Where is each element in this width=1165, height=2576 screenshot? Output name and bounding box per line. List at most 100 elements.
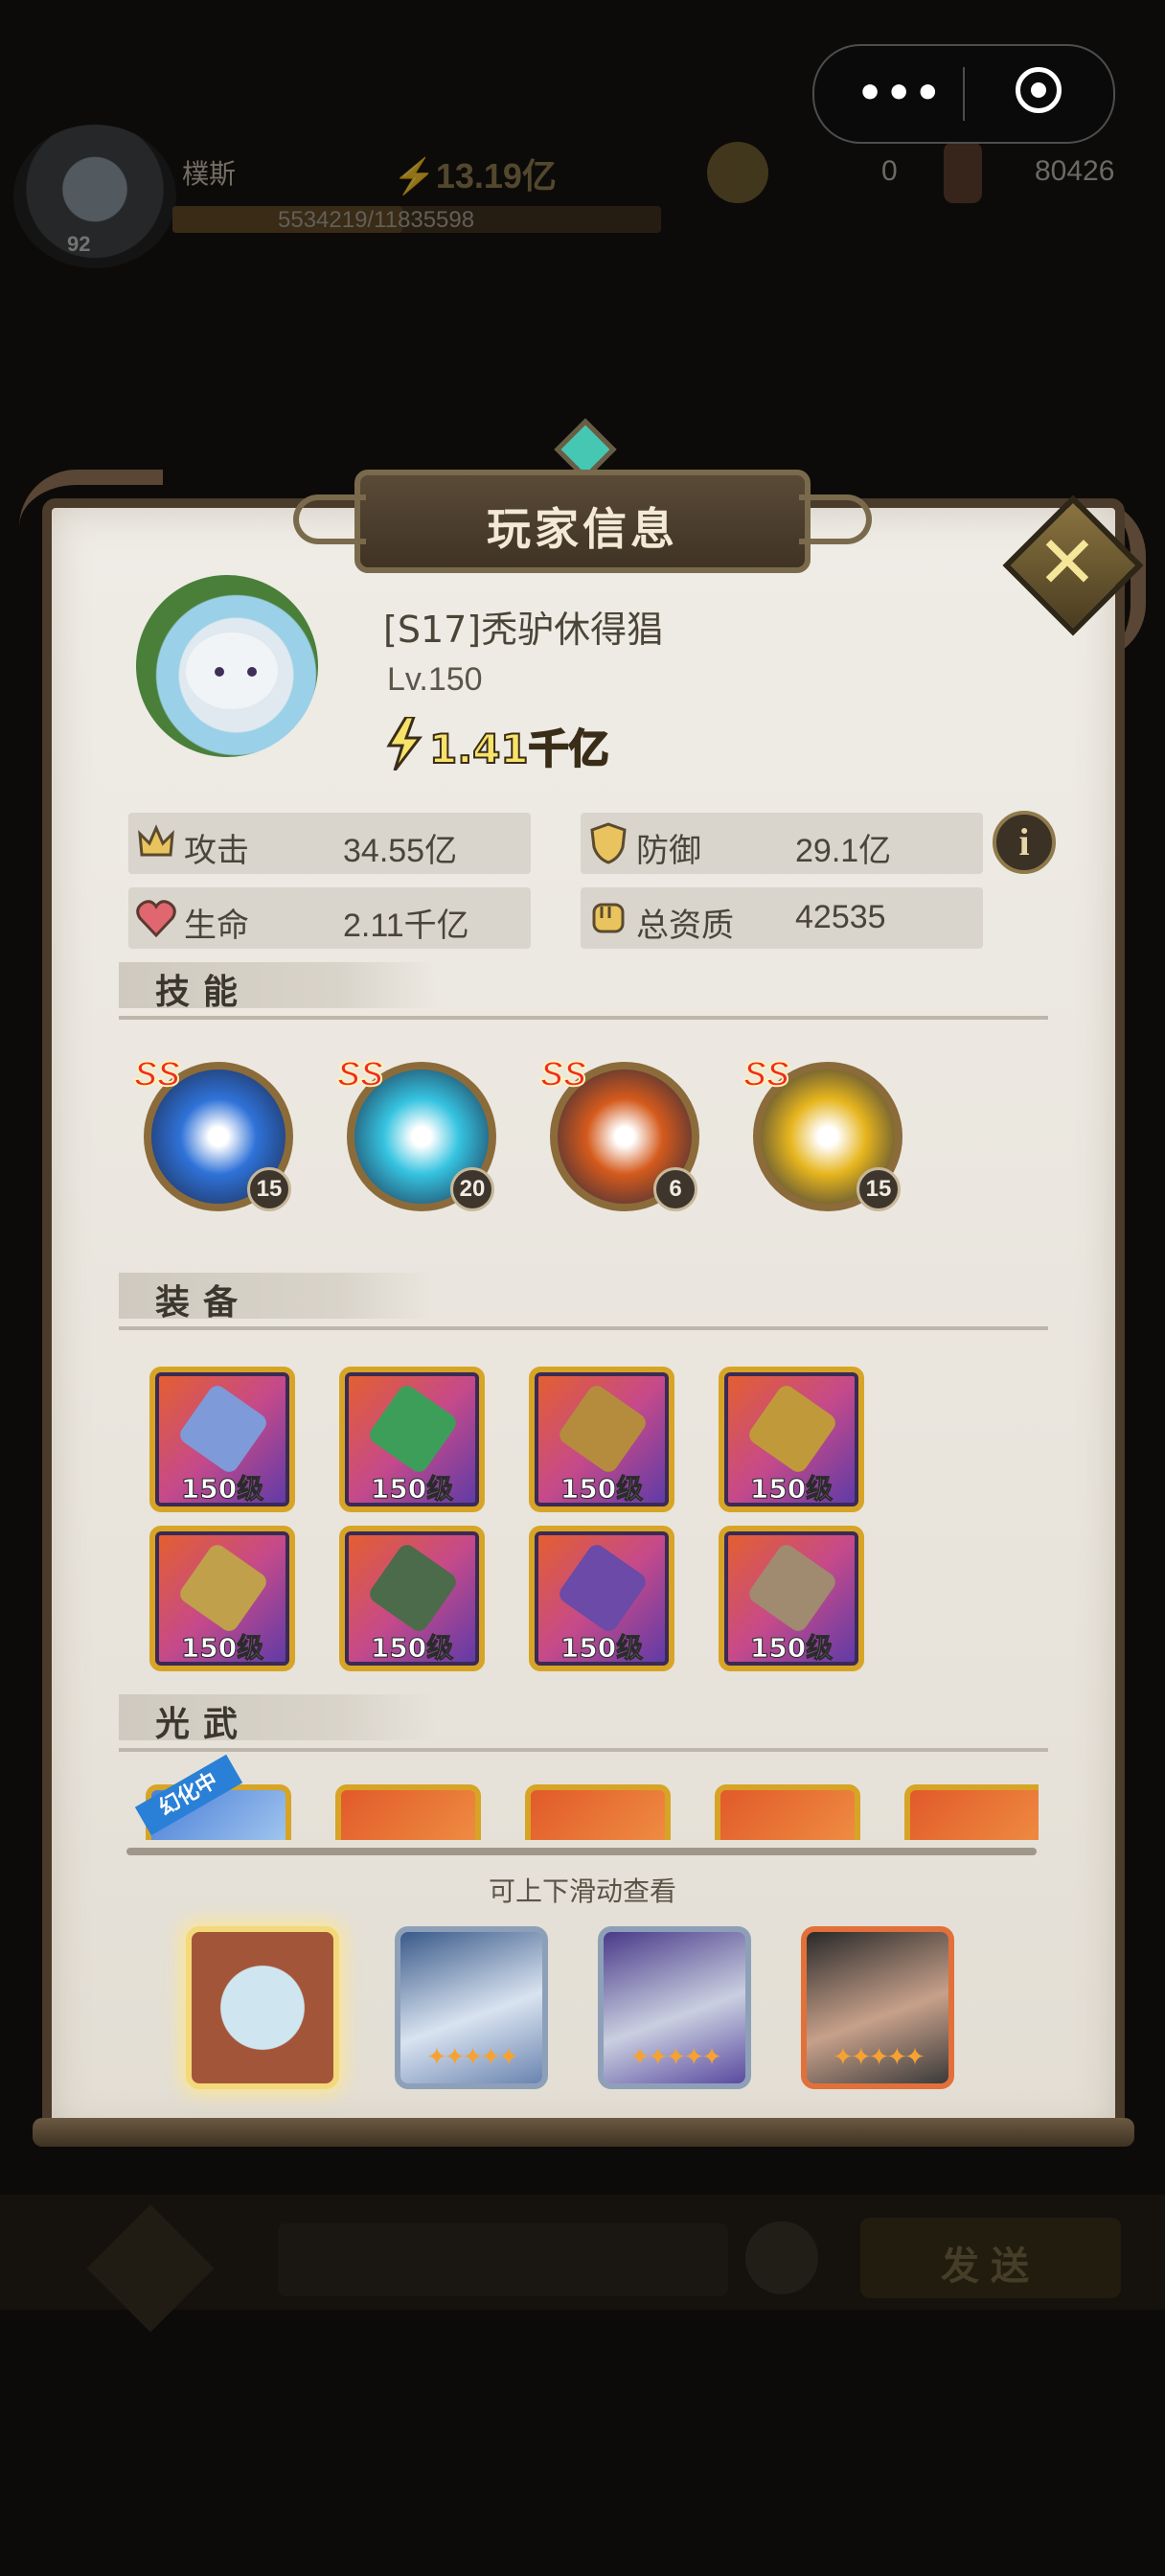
skill-rank: SS (133, 1053, 181, 1094)
hero-stars: ✦✦✦✦✦ (426, 2043, 519, 2072)
light-weapon-slot[interactable] (335, 1784, 481, 1840)
equipment-icon (556, 1382, 650, 1476)
hero-stars: ✦✦✦✦✦ (629, 2043, 722, 2072)
target-icon[interactable] (1016, 67, 1062, 113)
skill-level-badge: 15 (247, 1167, 291, 1211)
section-divider (119, 1016, 1048, 1020)
hero-stars: ✦✦✦✦✦ (833, 2043, 925, 2072)
equipment-slot[interactable]: 150级 (719, 1367, 864, 1512)
equipment-slot[interactable]: 150级 (529, 1367, 674, 1512)
player-power: 1.41千亿 (428, 724, 610, 773)
player-portrait[interactable] (136, 575, 318, 757)
stat-aptitude: 总资质 42535 (581, 887, 983, 949)
portrait-face (186, 632, 278, 709)
player-name: [S17]秃驴休得猖 (383, 609, 664, 651)
attack-crown-icon (138, 824, 174, 857)
equipment-icon (556, 1541, 650, 1635)
power-bolt-icon (386, 717, 423, 770)
skill-level-badge: 15 (857, 1167, 901, 1211)
player-avatar[interactable] (13, 125, 176, 268)
equipment-slot[interactable]: 150级 (719, 1526, 864, 1671)
skill-slot[interactable]: SS 15 (133, 1053, 297, 1217)
hud-power: ⚡13.19亿 (393, 156, 557, 196)
scroll-rail[interactable] (126, 1848, 1037, 1855)
hero-slot[interactable]: ✦✦✦✦✦ (598, 1926, 751, 2089)
equipment-level: 150级 (560, 1632, 644, 1665)
stat-label: 生命 (184, 907, 249, 945)
equipment-slot[interactable]: 150级 (149, 1367, 295, 1512)
heart-icon (136, 900, 176, 938)
shield-icon (590, 822, 627, 864)
stat-value: 2.11千亿 (343, 908, 469, 944)
stat-label: 攻击 (184, 832, 249, 870)
stat-attack: 攻击 34.55亿 (128, 813, 531, 874)
equipment-icon (366, 1382, 460, 1476)
equipment-icon (745, 1382, 839, 1476)
stat-label: 总资质 (636, 907, 734, 945)
equipment-level: 150级 (749, 1632, 834, 1665)
equipment-level: 150级 (560, 1473, 644, 1506)
skill-rank: SS (336, 1053, 384, 1094)
skill-slot[interactable]: SS 6 (539, 1053, 703, 1217)
skill-slot[interactable]: SS 20 (336, 1053, 500, 1217)
equipment-slot[interactable]: 150级 (529, 1526, 674, 1671)
player-level: Lv.150 (387, 661, 483, 698)
equipment-slot[interactable]: 150级 (149, 1526, 295, 1671)
stat-value: 42535 (795, 899, 886, 935)
equipment-slot[interactable]: 150级 (339, 1367, 485, 1512)
stat-defense: 防御 29.1亿 (581, 813, 983, 874)
portrait-eye (215, 667, 224, 677)
section-equipment: 装备 (119, 1273, 1048, 1330)
equipment-slot[interactable]: 150级 (339, 1526, 485, 1671)
panel-title: 玩家信息 (487, 503, 678, 555)
section-title: 技能 (155, 973, 252, 1012)
stat-label: 防御 (636, 832, 701, 870)
equipment-icon (176, 1541, 270, 1635)
equipment-icon (745, 1541, 839, 1635)
skill-level-badge: 20 (450, 1167, 494, 1211)
equipment-level: 150级 (749, 1473, 834, 1506)
hero-slot-selected[interactable] (186, 1926, 339, 2089)
section-title: 装备 (155, 1283, 252, 1322)
stat-hp: 生命 2.11千亿 (128, 887, 531, 949)
scroll-hint: 可上下滑动查看 (488, 1875, 676, 1907)
hud-power-value: 13.19亿 (435, 156, 557, 196)
hero-slot[interactable]: ✦✦✦✦✦ (801, 1926, 954, 2089)
skill-slot[interactable]: SS 15 (742, 1053, 906, 1217)
emoji-icon[interactable] (745, 2221, 818, 2294)
hud-level: 92 (67, 232, 91, 256)
coin-icon (707, 142, 768, 203)
light-weapon-row (119, 1784, 1039, 1840)
exp-text: 5534219/11835598 (278, 207, 475, 233)
send-label: 发送 (941, 2244, 1040, 2288)
fist-icon (592, 903, 625, 933)
chat-input[interactable] (278, 2223, 728, 2296)
light-weapon-slot[interactable] (904, 1784, 1039, 1840)
capsule-divider (963, 67, 965, 121)
close-button[interactable]: ✕ (1002, 494, 1144, 636)
light-weapon-slot[interactable] (525, 1784, 671, 1840)
skill-rank: SS (539, 1053, 587, 1094)
close-icon: ✕ (1037, 519, 1098, 605)
section-divider (119, 1326, 1048, 1330)
skill-rank: SS (742, 1053, 790, 1094)
equipment-level: 150级 (180, 1473, 264, 1506)
section-title: 光武 (155, 1705, 252, 1744)
currency-2: 80426 (1035, 155, 1115, 187)
miniprogram-capsule: ••• (812, 44, 1115, 144)
stat-value: 29.1亿 (795, 833, 892, 869)
more-dots-icon[interactable]: ••• (857, 73, 943, 115)
equipment-icon (366, 1541, 460, 1635)
equipment-level: 150级 (370, 1632, 454, 1665)
hero-slot[interactable]: ✦✦✦✦✦ (395, 1926, 548, 2089)
info-button[interactable]: i (993, 811, 1056, 874)
potion-icon (944, 142, 982, 203)
equipment-icon (176, 1382, 270, 1476)
light-weapon-slot[interactable] (715, 1784, 860, 1840)
panel-frame-bottom (33, 2118, 1134, 2147)
section-skills: 技能 (119, 962, 1048, 1020)
equipment-level: 150级 (370, 1473, 454, 1506)
stat-value: 34.55亿 (343, 833, 458, 869)
top-hud: 92 樸斯 ⚡13.19亿 5534219/11835598 0 80426 (0, 125, 1165, 268)
portrait-eye (247, 667, 257, 677)
